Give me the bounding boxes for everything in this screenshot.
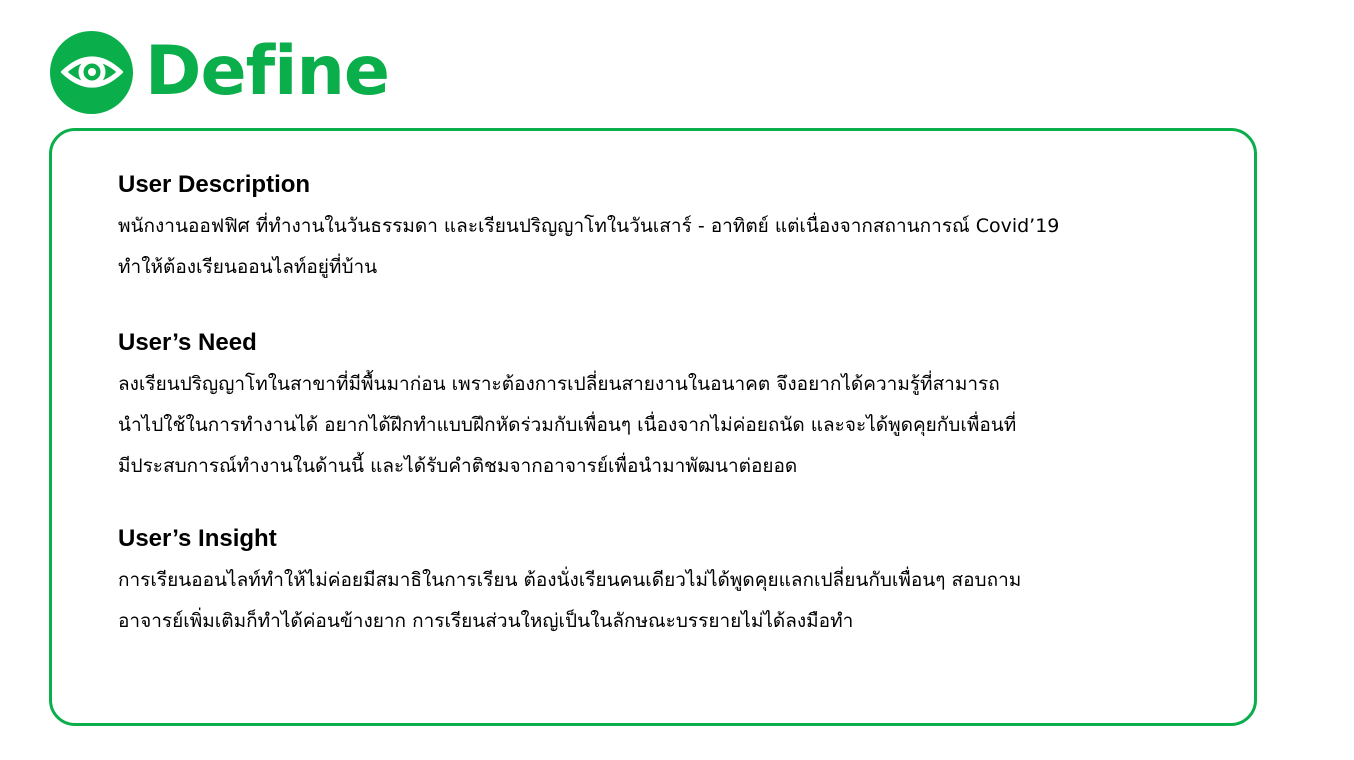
- body-line: ทำให้ต้องเรียนออนไลท์อยู่ที่บ้าน: [118, 256, 378, 278]
- body-line: อาจารย์เพิ่มเติมก็ทำได้ค่อนข้างยาก การเร…: [118, 610, 854, 632]
- user-insight-section: User’s Insight การเรียนออนไลท์ทำให้ไม่ค่…: [118, 524, 1218, 642]
- user-description-section: User Description พนักงานออฟฟิศ ที่ทำงานใ…: [118, 170, 1218, 288]
- body-line: การเรียนออนไลท์ทำให้ไม่ค่อยมีสมาธิในการเ…: [118, 569, 1022, 591]
- body-line: ลงเรียนปริญญาโทในสาขาที่มีพื้นมาก่อน เพร…: [118, 373, 1000, 395]
- body-line: มีประสบการณ์ทำงานในด้านนี้ และได้รับคำติ…: [118, 455, 798, 477]
- eye-icon: [50, 30, 133, 114]
- section-heading: User’s Need: [118, 329, 257, 356]
- section-heading: User Description: [118, 171, 311, 198]
- section-body: ลงเรียนปริญญาโทในสาขาที่มีพื้นมาก่อน เพร…: [118, 364, 1218, 487]
- section-body: พนักงานออฟฟิศ ที่ทำงานในวันธรรมดา และเรี…: [118, 206, 1218, 288]
- page-title: Define: [145, 32, 390, 111]
- user-need-section: User’s Need ลงเรียนปริญญาโทในสาขาที่มีพื…: [118, 328, 1218, 487]
- body-line: นำไปใช้ในการทำงานได้ อยากได้ฝึกทำแบบฝึกห…: [118, 414, 1017, 436]
- body-line: พนักงานออฟฟิศ ที่ทำงานในวันธรรมดา และเรี…: [118, 215, 1060, 237]
- page-header: Define: [50, 30, 390, 114]
- section-heading: User’s Insight: [118, 525, 277, 552]
- section-body: การเรียนออนไลท์ทำให้ไม่ค่อยมีสมาธิในการเ…: [118, 560, 1218, 642]
